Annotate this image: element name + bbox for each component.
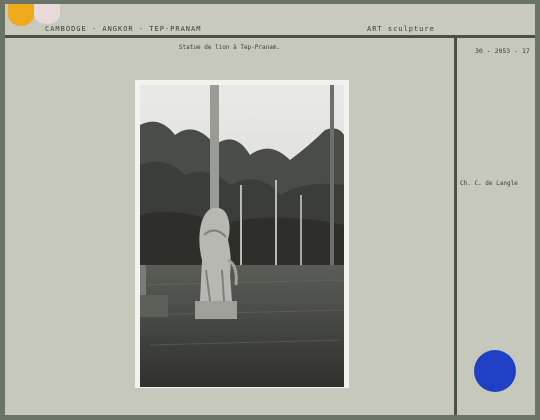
column-divider — [454, 38, 457, 415]
reference-number: 30 - 2053 - 17 — [475, 47, 530, 55]
photo-caption: Statue de lion à Tep-Pranam. — [178, 44, 281, 51]
pink-tab-marker — [34, 4, 60, 24]
lion-statue-image — [140, 85, 344, 387]
photo-mount — [135, 80, 349, 388]
location-heading: CAMBODGE - ANGKOR - TEP-PRANAM — [45, 25, 202, 33]
blue-ink-stamp — [474, 350, 516, 392]
subject-heading: ART sculpture — [367, 25, 435, 33]
orange-tab-marker — [8, 4, 34, 26]
card-header: CAMBODGE - ANGKOR - TEP-PRANAM ART sculp… — [5, 4, 535, 38]
archive-card: CAMBODGE - ANGKOR - TEP-PRANAM ART sculp… — [5, 4, 535, 415]
photographer-credit: Ch. C. de Langle — [460, 180, 518, 187]
lion-statue-photo — [140, 85, 344, 387]
